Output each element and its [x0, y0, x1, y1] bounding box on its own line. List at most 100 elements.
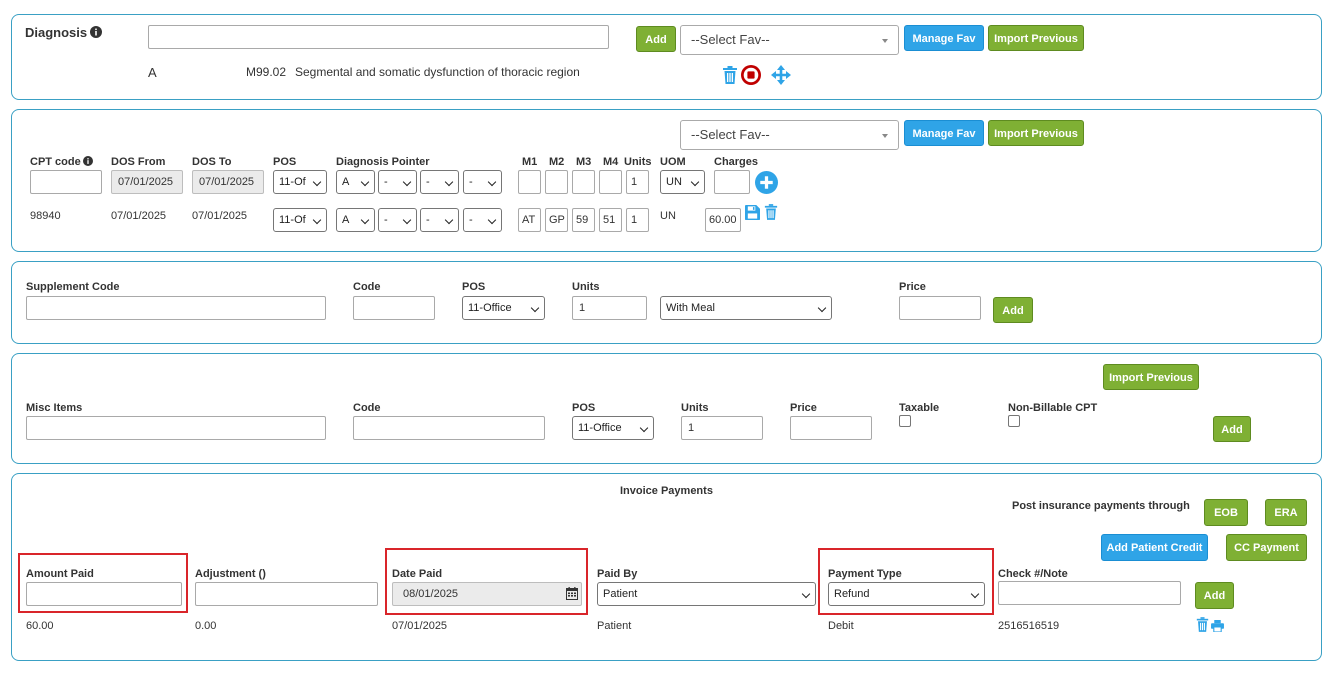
diagnosis-import-previous-button[interactable]: Import Previous [988, 25, 1084, 51]
diagnosis-description: Segmental and somatic dysfunction of tho… [295, 65, 580, 79]
line-pointer-1-select[interactable]: A [336, 208, 375, 232]
supplement-pos-select[interactable]: 11-Office [462, 296, 545, 320]
diagnosis-title: Diagnosis [25, 25, 88, 40]
misc-pos-select[interactable]: 11-Office [572, 416, 654, 440]
pointer-2-select[interactable]: - [378, 170, 417, 194]
cpt-import-previous-button[interactable]: Import Previous [988, 120, 1084, 146]
save-icon[interactable] [745, 205, 760, 220]
misc-panel: Import Previous Misc Items Code POS Unit… [11, 353, 1322, 464]
info-icon [83, 156, 93, 166]
row-payment-type: Debit [828, 620, 854, 632]
trash-icon[interactable] [764, 204, 778, 220]
add-patient-credit-button[interactable]: Add Patient Credit [1101, 534, 1208, 561]
pointer-3-select[interactable]: - [420, 170, 459, 194]
m3-header: M3 [576, 156, 592, 168]
trash-icon[interactable] [722, 66, 738, 84]
m1-input[interactable] [518, 170, 541, 194]
line-m1-input[interactable]: AT [518, 208, 541, 232]
pos-select[interactable]: 11-Of [273, 170, 327, 194]
m4-input[interactable] [599, 170, 622, 194]
misc-add-button[interactable]: Add [1213, 416, 1251, 442]
diagnosis-fav-select[interactable]: --Select Fav-- [680, 25, 899, 55]
cpt-panel: --Select Fav-- Manage Fav Import Previou… [11, 109, 1322, 252]
cc-payment-button[interactable]: CC Payment [1226, 534, 1307, 561]
paid-by-header: Paid By [597, 568, 638, 580]
cpt-manage-fav-button[interactable]: Manage Fav [904, 120, 984, 146]
supplement-meal-select[interactable]: With Meal [660, 296, 832, 320]
trash-icon[interactable] [1196, 617, 1209, 632]
row-adjustment: 0.00 [195, 620, 217, 632]
pos-header: POS [273, 156, 297, 168]
line-m4-input[interactable]: 51 [599, 208, 622, 232]
line-pointer-4-select[interactable]: - [463, 208, 502, 232]
diagnosis-manage-fav-button[interactable]: Manage Fav [904, 25, 984, 51]
line-m3-input[interactable]: 59 [572, 208, 595, 232]
check-note-header: Check #/Note [998, 568, 1068, 580]
misc-import-previous-button[interactable]: Import Previous [1103, 364, 1199, 390]
supplement-price-input[interactable] [899, 296, 981, 320]
dos-from-input: 07/01/2025 [111, 170, 183, 194]
charges-header: Charges [714, 156, 759, 168]
line-pointer-2-select[interactable]: - [378, 208, 417, 232]
misc-non-billable-header: Non-Billable CPT [1008, 402, 1098, 414]
diagnosis-panel: Diagnosis Add --Select Fav-- Manage Fav … [11, 14, 1322, 100]
print-icon[interactable] [1211, 620, 1224, 632]
payments-panel: Invoice Payments Post insurance payments… [11, 473, 1322, 661]
line-units-input[interactable]: 1 [626, 208, 649, 232]
misc-items-input[interactable] [26, 416, 326, 440]
supplement-add-button[interactable]: Add [993, 297, 1033, 323]
misc-taxable-header: Taxable [899, 402, 940, 414]
m3-input[interactable] [572, 170, 595, 194]
pointer-1-select[interactable]: A [336, 170, 375, 194]
pointer-4-select[interactable]: - [463, 170, 502, 194]
line-m2-input[interactable]: GP [545, 208, 568, 232]
supplement-code-field[interactable] [353, 296, 435, 320]
line-cpt-code: 98940 [30, 210, 61, 222]
supplement-units-input[interactable]: 1 [572, 296, 647, 320]
misc-units-input[interactable]: 1 [681, 416, 763, 440]
amount-paid-highlight [18, 553, 188, 613]
diagnosis-add-button[interactable]: Add [636, 26, 676, 52]
payment-add-button[interactable]: Add [1195, 582, 1234, 609]
line-charges-input[interactable]: 60.00 [705, 208, 741, 232]
m2-input[interactable] [545, 170, 568, 194]
uom-header: UOM [660, 156, 686, 168]
adjustment-input[interactable] [195, 582, 378, 606]
m4-header: M4 [603, 156, 619, 168]
line-pos-select[interactable]: 11-Of [273, 208, 327, 232]
units-header: Units [624, 156, 652, 168]
eob-button[interactable]: EOB [1204, 499, 1248, 526]
cpt-fav-select[interactable]: --Select Fav-- [680, 120, 899, 150]
diagnosis-search-input[interactable] [148, 25, 609, 49]
check-note-input[interactable] [998, 581, 1181, 605]
line-pointer-3-select[interactable]: - [420, 208, 459, 232]
misc-units-header: Units [681, 402, 709, 414]
post-through-label: Post insurance payments through [1012, 500, 1190, 512]
misc-code-input[interactable] [353, 416, 545, 440]
supplement-panel: Supplement Code Code POS Units Price 11-… [11, 261, 1322, 344]
misc-non-billable-checkbox[interactable] [1008, 415, 1020, 427]
supplement-pos-header: POS [462, 281, 486, 293]
misc-items-header: Misc Items [26, 402, 83, 414]
add-circle-icon[interactable] [755, 171, 778, 194]
row-amount-paid: 60.00 [26, 620, 54, 632]
cpt-code-input[interactable] [30, 170, 102, 194]
dos-to-input: 07/01/2025 [192, 170, 264, 194]
charges-input[interactable] [714, 170, 750, 194]
misc-code-header: Code [353, 402, 381, 414]
supplement-code-header: Supplement Code [26, 281, 120, 293]
misc-taxable-checkbox[interactable] [899, 415, 911, 427]
units-input[interactable]: 1 [626, 170, 649, 194]
misc-price-input[interactable] [790, 416, 872, 440]
misc-pos-header: POS [572, 402, 596, 414]
adjustment-header: Adjustment () [195, 568, 266, 580]
supplement-code-input[interactable] [26, 296, 326, 320]
cpt-code-header: CPT code [30, 156, 81, 168]
era-button[interactable]: ERA [1265, 499, 1307, 526]
stop-icon[interactable] [741, 65, 761, 85]
uom-select[interactable]: UN [660, 170, 705, 194]
paid-by-select[interactable]: Patient [597, 582, 816, 606]
dos-from-header: DOS From [111, 156, 166, 168]
m1-header: M1 [522, 156, 538, 168]
move-icon[interactable] [771, 65, 791, 85]
